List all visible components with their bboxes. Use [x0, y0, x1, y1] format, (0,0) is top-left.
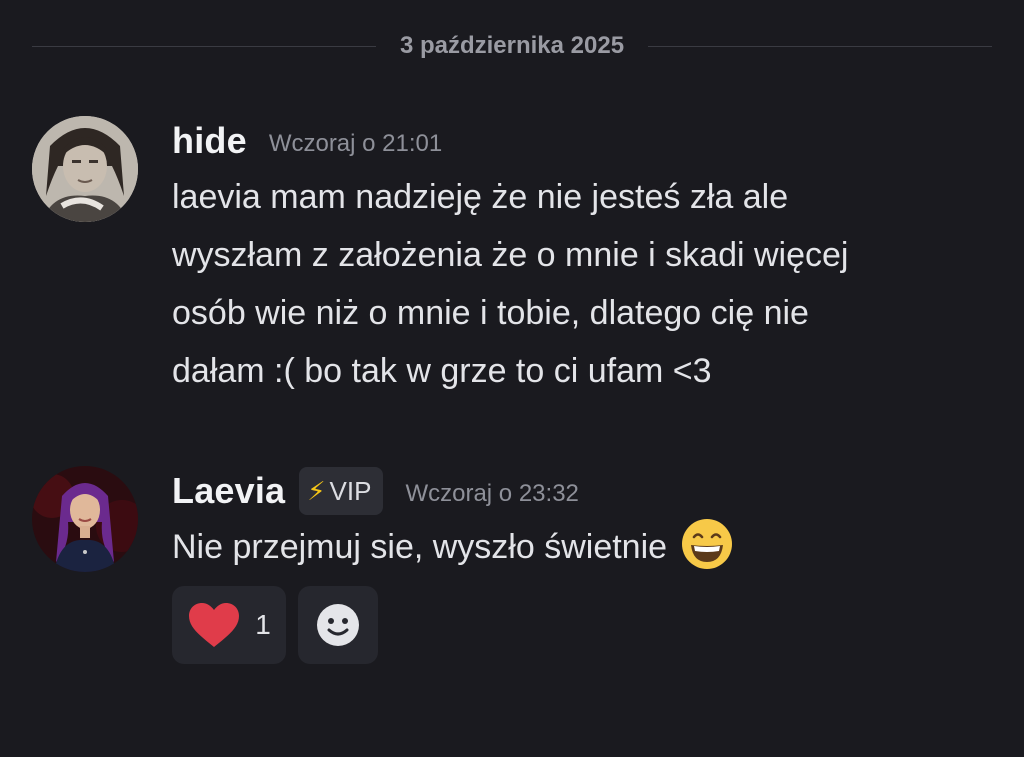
heart-icon [189, 603, 240, 647]
message-text: Nie przejmuj sie, wyszło świetnie [172, 518, 992, 576]
message-line: laevia mam nadzieję że nie jesteś zła al… [172, 178, 789, 216]
avatar-hide[interactable] [32, 116, 138, 222]
vip-badge[interactable]: ⚡ VIP [299, 467, 384, 515]
lightning-bolt-icon: ⚡ [307, 475, 326, 506]
message-body: Laevia ⚡ VIP Wczoraj o 23:32 Nie przejmu… [172, 466, 992, 576]
grinning-face-emoji-icon [681, 519, 732, 569]
divider-line-right [648, 45, 992, 47]
hide-avatar-icon [32, 116, 138, 222]
message-line: Nie przejmuj sie, wyszło świetnie [172, 528, 668, 566]
message-line: dałam :( bo tak w grze to ci ufam <3 [172, 352, 712, 390]
reactions-bar: 1 [172, 586, 378, 664]
message-header: hide Wczoraj o 21:01 [172, 116, 992, 166]
message-line: wyszłam z założenia że o mnie i skadi wi… [172, 236, 849, 274]
reaction-count: 1 [255, 609, 271, 640]
avatar-laevia[interactable] [32, 466, 138, 572]
reaction-heart[interactable]: 1 [172, 586, 286, 664]
divider-line-left [32, 45, 376, 47]
message-header: Laevia ⚡ VIP Wczoraj o 23:32 [172, 466, 992, 516]
message-hide: hide Wczoraj o 21:01 laevia mam nadzieję… [32, 116, 992, 416]
message-laevia: Laevia ⚡ VIP Wczoraj o 23:32 Nie przejmu… [32, 466, 992, 686]
message-line: osób wie niż o mnie i tobie, dlatego cię… [172, 294, 809, 332]
date-divider: 3 października 2025 [32, 28, 992, 64]
add-reaction-icon [317, 604, 359, 646]
username[interactable]: Laevia [172, 470, 285, 512]
add-reaction-button[interactable] [298, 586, 378, 664]
laevia-avatar-icon [32, 466, 138, 572]
message-text: laevia mam nadzieję że nie jesteś zła al… [172, 168, 992, 400]
date-divider-label: 3 października 2025 [399, 32, 625, 59]
username[interactable]: hide [172, 120, 247, 162]
badge-label: VIP [329, 475, 372, 506]
message-body: hide Wczoraj o 21:01 laevia mam nadzieję… [172, 116, 992, 400]
timestamp: Wczoraj o 21:01 [268, 130, 443, 157]
timestamp: Wczoraj o 23:32 [405, 480, 579, 507]
